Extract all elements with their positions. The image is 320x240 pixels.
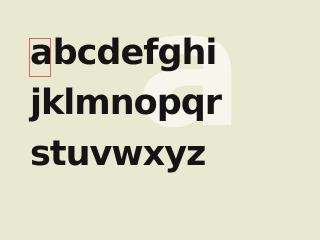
selected-glyph-box[interactable] bbox=[29, 38, 51, 77]
glyph-row-a-to-i[interactable]: abcdefghi bbox=[30, 36, 217, 71]
glyph-specimen-canvas: a abcdefghi jklmnopqr stuvwxyz bbox=[0, 0, 264, 211]
glyph-row-j-to-r[interactable]: jklmnopqr bbox=[30, 86, 222, 121]
background-large-glyph: a bbox=[136, 0, 244, 163]
glyph-row-s-to-z[interactable]: stuvwxyz bbox=[30, 137, 206, 172]
